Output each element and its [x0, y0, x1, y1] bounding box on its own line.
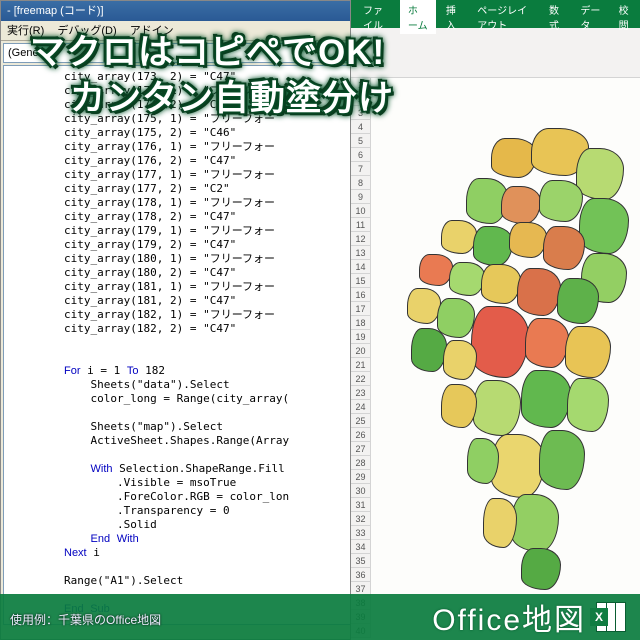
map-region[interactable] [441, 220, 477, 254]
tab-file[interactable]: ファイル [355, 0, 398, 34]
row-header[interactable]: 24 [351, 400, 371, 414]
map-region[interactable] [407, 288, 441, 324]
row-header[interactable]: 11 [351, 218, 371, 232]
map-region[interactable] [521, 370, 571, 428]
map-region[interactable] [511, 494, 559, 552]
row-header[interactable]: 9 [351, 190, 371, 204]
map-region[interactable] [579, 198, 629, 254]
map-region[interactable] [517, 268, 561, 316]
row-header[interactable]: 25 [351, 414, 371, 428]
row-header[interactable]: 4 [351, 120, 371, 134]
map-region[interactable] [567, 378, 609, 432]
row-header[interactable]: 28 [351, 456, 371, 470]
row-header[interactable]: 29 [351, 470, 371, 484]
row-header[interactable]: 17 [351, 302, 371, 316]
row-header[interactable]: 26 [351, 428, 371, 442]
row-header[interactable]: 32 [351, 512, 371, 526]
row-header[interactable]: 21 [351, 358, 371, 372]
map-region[interactable] [481, 264, 521, 304]
row-header[interactable]: 10 [351, 204, 371, 218]
tab-insert[interactable]: 挿入 [438, 0, 467, 34]
row-header[interactable]: 6 [351, 148, 371, 162]
row-header[interactable]: 19 [351, 330, 371, 344]
map-region[interactable] [411, 328, 447, 372]
row-header[interactable]: 8 [351, 176, 371, 190]
row-header[interactable]: 23 [351, 386, 371, 400]
footer-caption: 使用例：千葉県のOffice地図 [10, 611, 161, 628]
tab-review[interactable]: 校閲 [611, 0, 640, 34]
tab-data[interactable]: データ [572, 0, 608, 34]
map-region[interactable] [557, 278, 599, 324]
map-region[interactable] [467, 438, 499, 484]
excel-row-headers: 1234567891011121314151617181920212223242… [351, 78, 371, 638]
tab-page-layout[interactable]: ページレイアウト [469, 0, 539, 34]
map-region[interactable] [521, 548, 561, 590]
row-header[interactable]: 31 [351, 498, 371, 512]
excel-ribbon-tabs: ファイル ホーム 挿入 ページレイアウト 数式 データ 校閲 [351, 6, 640, 28]
map-region[interactable] [501, 186, 541, 224]
excel-icon: X [596, 602, 626, 632]
map-region[interactable] [471, 306, 529, 378]
row-header[interactable]: 15 [351, 274, 371, 288]
headline-overlay: マクロはコピペでOK! カンタン自動塗分け [30, 30, 620, 121]
row-header[interactable]: 7 [351, 162, 371, 176]
footer-label: Office地図 [432, 595, 586, 639]
map-region[interactable] [576, 148, 624, 200]
tab-formulas[interactable]: 数式 [541, 0, 570, 34]
map-region[interactable] [509, 222, 547, 258]
headline-line1: マクロはコピペでOK! [30, 33, 385, 72]
headline-line2: カンタン自動塗分け [70, 76, 620, 122]
vba-titlebar: - [freemap (コード)] [1, 1, 369, 21]
vba-code-text: city_array(173, 2) = "C47" city_array(17… [64, 70, 364, 616]
vba-code-pane[interactable]: city_array(173, 2) = "C47" city_array(17… [3, 65, 367, 625]
map-region[interactable] [543, 226, 585, 270]
row-header[interactable]: 30 [351, 484, 371, 498]
map-region[interactable] [449, 262, 485, 296]
excel-grid[interactable]: 1234567891011121314151617181920212223242… [351, 78, 640, 638]
map-region[interactable] [473, 380, 521, 436]
row-header[interactable]: 16 [351, 288, 371, 302]
row-header[interactable]: 20 [351, 344, 371, 358]
row-header[interactable]: 22 [351, 372, 371, 386]
map-region[interactable] [525, 318, 569, 368]
map-region[interactable] [437, 298, 475, 338]
row-header[interactable]: 27 [351, 442, 371, 456]
row-header[interactable]: 12 [351, 232, 371, 246]
map-region[interactable] [473, 226, 513, 266]
tab-home[interactable]: ホーム [400, 0, 436, 34]
row-header[interactable]: 33 [351, 526, 371, 540]
row-header[interactable]: 5 [351, 134, 371, 148]
map-region[interactable] [565, 326, 611, 378]
map-region[interactable] [419, 254, 453, 286]
row-header[interactable]: 34 [351, 540, 371, 554]
map-region[interactable] [443, 340, 477, 380]
map-region[interactable] [491, 434, 545, 498]
row-header[interactable]: 36 [351, 568, 371, 582]
map-region[interactable] [539, 180, 583, 222]
row-header[interactable]: 14 [351, 260, 371, 274]
row-header[interactable]: 35 [351, 554, 371, 568]
map-region[interactable] [483, 498, 517, 548]
excel-map-canvas[interactable] [371, 78, 640, 638]
map-region[interactable] [441, 384, 477, 428]
map-region[interactable] [539, 430, 585, 490]
row-header[interactable]: 18 [351, 316, 371, 330]
row-header[interactable]: 13 [351, 246, 371, 260]
